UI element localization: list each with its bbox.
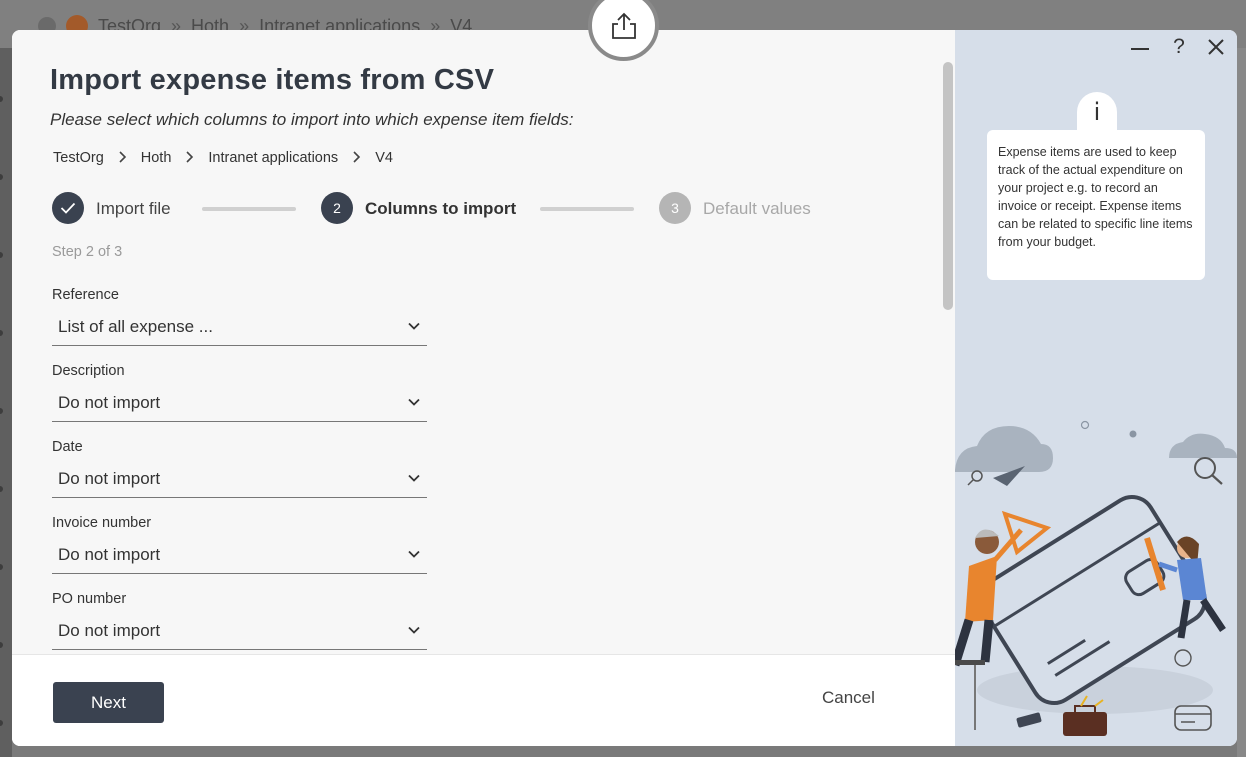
invoice-number-select[interactable]: Do not import [52, 537, 427, 574]
step-label-columns: Columns to import [365, 199, 517, 218]
chevron-down-icon [408, 550, 420, 558]
step-label-import-file: Import file [96, 199, 171, 218]
chevron-right-icon [118, 150, 127, 166]
step-number-2: 2 [321, 192, 353, 224]
page-subtitle: Please select which columns to import in… [50, 110, 574, 129]
background-left-strip [0, 48, 12, 757]
reference-select[interactable]: List of all expense ... [52, 309, 427, 346]
select-value: Do not import [58, 469, 161, 488]
step-done-circle [52, 192, 84, 224]
scrollbar-thumb[interactable] [943, 62, 953, 310]
check-icon [60, 202, 76, 214]
step-number-3: 3 [659, 192, 691, 224]
select-value: Do not import [58, 393, 161, 412]
background-right-strip [1237, 48, 1246, 757]
select-value: List of all expense ... [58, 317, 213, 336]
breadcrumb-item[interactable]: TestOrg [53, 150, 104, 166]
po-number-select[interactable]: Do not import [52, 613, 427, 650]
field-reference: Reference List of all expense ... [52, 287, 427, 346]
field-invoice-number: Invoice number Do not import [52, 515, 427, 574]
select-value: Do not import [58, 545, 161, 564]
step-label-default-values: Default values [703, 199, 811, 218]
dialog-content: Import expense items from CSV Please sel… [12, 30, 955, 746]
field-label: Reference [52, 287, 119, 303]
next-button[interactable]: Next [53, 682, 164, 723]
breadcrumb-item[interactable]: V4 [375, 150, 393, 166]
chevron-down-icon [408, 626, 420, 634]
chevron-down-icon [408, 474, 420, 482]
field-label: Invoice number [52, 515, 152, 531]
breadcrumb-item[interactable]: Intranet applications [208, 150, 338, 166]
date-select[interactable]: Do not import [52, 461, 427, 498]
import-dialog: Import expense items from CSV Please sel… [12, 30, 1237, 746]
select-value: Do not import [58, 621, 161, 640]
field-label: Date [52, 439, 83, 455]
chevron-right-icon [352, 150, 361, 166]
step-count: Step 2 of 3 [52, 244, 123, 260]
share-icon [611, 12, 636, 39]
field-po-number: PO number Do not import [52, 591, 427, 650]
field-description: Description Do not import [52, 363, 427, 422]
breadcrumb-item[interactable]: Hoth [141, 150, 172, 166]
stepper: Import file 2 Columns to import 3 Defaul… [52, 192, 872, 226]
field-date: Date Do not import [52, 439, 427, 498]
dialog-scroll-area[interactable]: Import expense items from CSV Please sel… [12, 30, 955, 654]
chevron-right-icon [185, 150, 194, 166]
field-label: Description [52, 363, 125, 379]
dialog-footer: Next Cancel [12, 654, 955, 746]
page-title: Import expense items from CSV [50, 64, 495, 96]
step-connector [540, 207, 634, 211]
breadcrumb: TestOrg Hoth Intranet applications V4 [53, 150, 407, 166]
expense-illustration [955, 420, 1237, 736]
field-label: PO number [52, 591, 127, 607]
chevron-down-icon [408, 322, 420, 330]
step-connector [202, 207, 296, 211]
chevron-down-icon [408, 398, 420, 406]
description-select[interactable]: Do not import [52, 385, 427, 422]
cancel-button[interactable]: Cancel [822, 688, 875, 708]
help-pane: ? i Expense items are used to keep track… [955, 30, 1237, 746]
